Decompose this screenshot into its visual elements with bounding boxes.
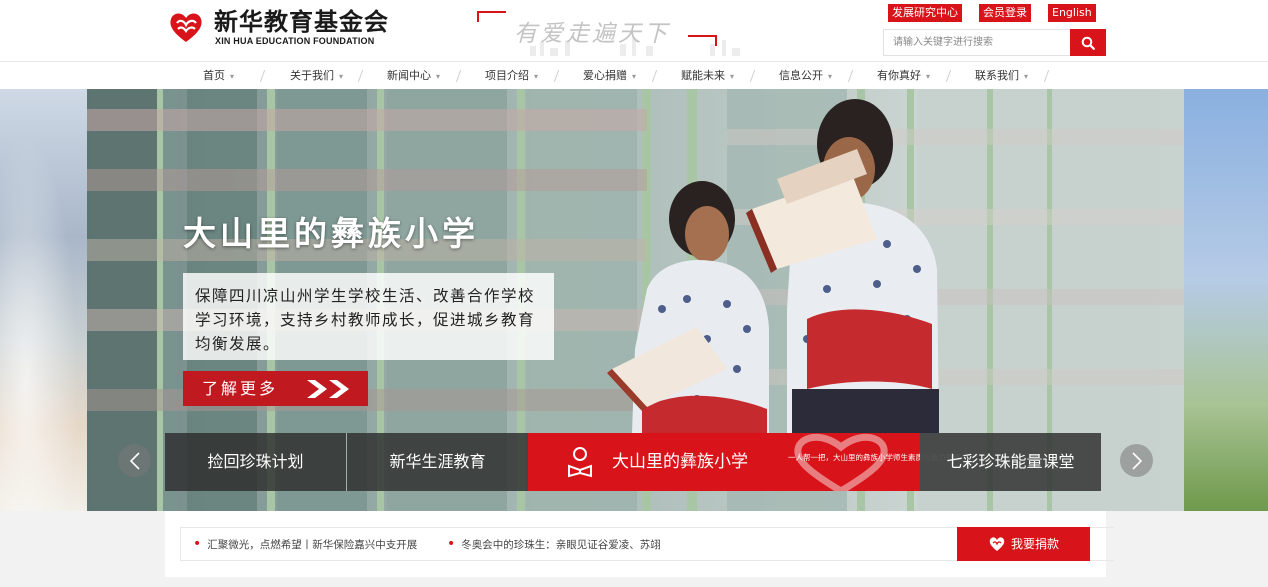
member-login-link[interactable]: 会员登录: [979, 4, 1031, 22]
tab-label: 大山里的彝族小学: [612, 452, 748, 472]
english-link[interactable]: English: [1048, 4, 1096, 22]
tab-pearl-plan[interactable]: 捡回珍珠计划: [165, 433, 346, 491]
tab-career-education[interactable]: 新华生涯教育: [347, 433, 528, 491]
learn-more-button[interactable]: 了解更多: [183, 371, 368, 406]
search-button[interactable]: [1070, 29, 1106, 56]
donate-label: 我要捐款: [1010, 537, 1059, 551]
news-bar: • 汇聚微光，点燃希望丨新华保险嘉兴中支开展 • 冬奥会中的珍珠生：亲眼见证谷爱凌、…: [0, 511, 1268, 587]
nav-item-disclosure[interactable]: 信息公开 ▾: [779, 62, 832, 89]
chevron-down-icon: ▾: [1024, 72, 1029, 81]
nav-divider: [455, 70, 462, 82]
chevron-down-icon: ▾: [230, 72, 235, 81]
news-item-text: 冬奥会中的珍珠生：亲眼见证谷爱凌、苏翊: [461, 539, 661, 551]
nav-item-projects[interactable]: 项目介绍 ▾: [485, 62, 538, 89]
chevron-down-icon: ▾: [730, 72, 735, 81]
news-item[interactable]: • 汇聚微光，点燃希望丨新华保险嘉兴中支开展: [193, 528, 417, 560]
nav-divider: [259, 70, 266, 82]
main-nav: 首页 ▾ 关于我们 ▾ 新闻中心 ▾ 项目介绍 ▾ 爱心捐赠 ▾ 赋能未来 ▾ 信息公开 ▾ …: [0, 61, 1268, 89]
logo-title[interactable]: 新华教育基金会: [214, 8, 389, 36]
nav-divider: [847, 70, 854, 82]
search-icon: [1081, 36, 1095, 50]
nav-divider: [357, 70, 364, 82]
banner-title: 大山里的彝族小学: [183, 214, 479, 253]
chevron-down-icon: ▾: [632, 72, 637, 81]
banner-next-button[interactable]: [1120, 444, 1153, 477]
news-item[interactable]: • 冬奥会中的珍珠生：亲眼见证谷爱凌、苏翊: [447, 528, 661, 560]
nav-item-label: 信息公开: [779, 69, 823, 82]
nav-item-label: 爱心捐赠: [583, 69, 627, 82]
nav-item-label: 联系我们: [975, 69, 1019, 82]
logo-subtitle: XIN HUA EDUCATION FOUNDATION: [215, 36, 375, 46]
top-links: 发展研究中心 会员登录 English: [888, 4, 1096, 22]
nav-item-label: 首页: [203, 69, 225, 82]
bullet-icon: •: [193, 536, 202, 552]
nav-item-thanks[interactable]: 有你真好 ▾: [877, 62, 930, 89]
chevron-down-icon: ▾: [828, 72, 833, 81]
double-chevron-right-icon: [307, 380, 349, 398]
chevron-down-icon: ▾: [926, 72, 931, 81]
site-header: 新华教育基金会 XIN HUA EDUCATION FOUNDATION 有爱走…: [0, 0, 1268, 61]
chevron-right-icon: [1131, 451, 1142, 470]
slogan: 有爱走遍天下: [470, 6, 750, 56]
chevron-down-icon: ▾: [339, 72, 344, 81]
chevron-left-icon: [129, 451, 140, 470]
banner-next-slide-peek: [1184, 89, 1268, 511]
bullet-icon: •: [447, 536, 456, 552]
hero-banner: 大山里的彝族小学 保障四川凉山州学生学校生活、改善合作学校学习环境，支持乡村教师…: [0, 89, 1268, 511]
nav-divider: [651, 70, 658, 82]
tab-color-pearl-class[interactable]: 七彩珍珠能量课堂: [920, 433, 1101, 491]
nav-item-news[interactable]: 新闻中心 ▾: [387, 62, 440, 89]
nav-item-home[interactable]: 首页 ▾: [203, 62, 234, 89]
news-item-text: 汇聚微光，点燃希望丨新华保险嘉兴中支开展: [207, 539, 418, 551]
slogan-text: 有爱走遍天下: [514, 21, 670, 47]
nav-divider: [945, 70, 952, 82]
nav-item-donation[interactable]: 爱心捐赠 ▾: [583, 62, 636, 89]
chevron-down-icon: ▾: [534, 72, 539, 81]
research-center-link[interactable]: 发展研究中心: [888, 4, 962, 22]
nav-item-label: 新闻中心: [387, 69, 431, 82]
nav-divider: [1043, 70, 1050, 82]
logo-heart-icon[interactable]: [168, 9, 204, 45]
nav-item-label: 有你真好: [877, 69, 921, 82]
student-icon: [568, 447, 592, 478]
nav-divider: [749, 70, 756, 82]
tab-subtitle: 一人帮一把，大山里的彝族小学师生素质与能力双提升: [788, 453, 968, 462]
nav-divider: [553, 70, 560, 82]
tab-label: 捡回珍珠计划: [207, 452, 304, 471]
search-input[interactable]: [884, 30, 1070, 55]
banner-prev-button[interactable]: [118, 444, 151, 477]
nav-item-future[interactable]: 赋能未来 ▾: [681, 62, 734, 89]
banner-description: 保障四川凉山州学生学校生活、改善合作学校学习环境，支持乡村教师成长，促进城乡教育…: [183, 273, 554, 360]
banner-prev-slide-peek: [0, 89, 87, 511]
nav-item-label: 赋能未来: [681, 69, 725, 82]
nav-item-contact[interactable]: 联系我们 ▾: [975, 62, 1028, 89]
heart-hand-icon: [989, 537, 1005, 551]
tab-label: 新华生涯教育: [389, 452, 486, 471]
nav-item-label: 关于我们: [290, 69, 334, 82]
tab-label: 七彩珍珠能量课堂: [946, 452, 1075, 471]
search-box: [883, 29, 1106, 56]
nav-item-label: 项目介绍: [485, 69, 529, 82]
tab-yi-school[interactable]: 大山里的彝族小学 一人帮一把，大山里的彝族小学师生素质与能力双提升: [528, 433, 968, 491]
chevron-down-icon: ▾: [436, 72, 441, 81]
learn-more-label: 了解更多: [202, 379, 279, 398]
donate-button[interactable]: 我要捐款: [957, 527, 1090, 561]
nav-item-about[interactable]: 关于我们 ▾: [290, 62, 343, 89]
